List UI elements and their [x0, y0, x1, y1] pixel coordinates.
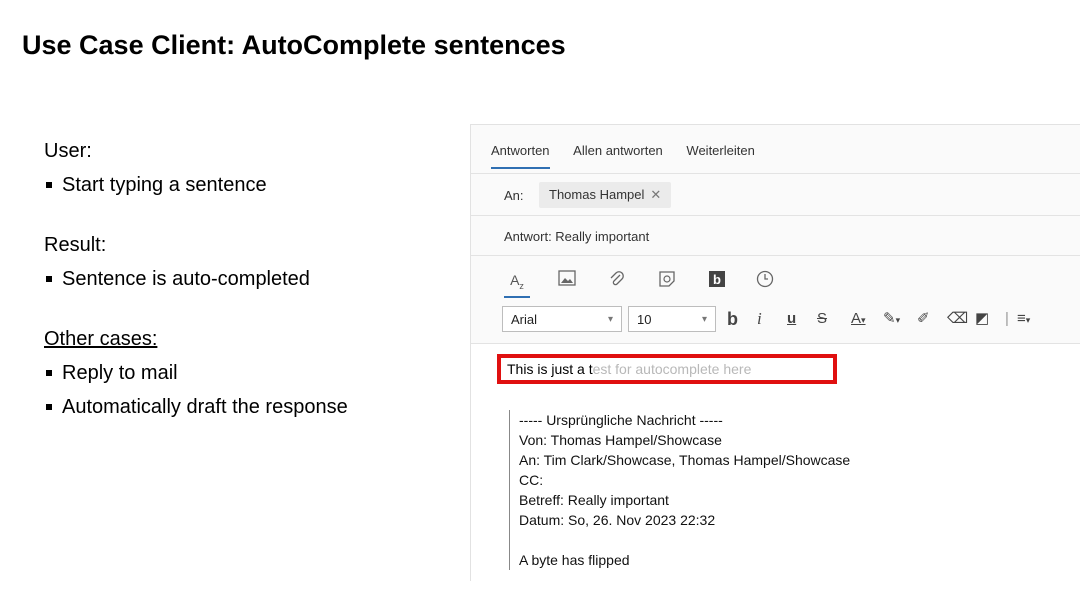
mail-compose-window: Antworten Allen antworten Weiterleiten A…	[470, 124, 1080, 581]
quoted-message: ----- Ursprüngliche Nachricht ----- Von:…	[509, 410, 850, 570]
quote-body: A byte has flipped	[519, 552, 630, 568]
slide-title: Use Case Client: AutoComplete sentences	[22, 30, 566, 60]
bold-b-icon[interactable]: b	[707, 270, 727, 290]
user-item: Start typing a sentence	[44, 172, 464, 198]
quote-header: ----- Ursprüngliche Nachricht -----	[519, 412, 723, 428]
align-icon[interactable]: ≡▾	[1017, 309, 1030, 330]
strikethrough-button[interactable]: S	[817, 309, 827, 329]
pen-icon[interactable]: ✐	[917, 309, 930, 329]
font-color-button[interactable]: A▾	[851, 309, 866, 330]
font-size-select[interactable]: 10 ▾	[628, 306, 716, 332]
to-label: An:	[504, 188, 524, 203]
to-row: An: Thomas Hampel ✕	[471, 173, 1080, 214]
format-toolbar: Arial ▾ 10 ▾ b i u S A▾ ✎▾ ✐ ⌫ ◩ | ≡▾	[471, 301, 1080, 337]
recipient-name: Thomas Hampel	[549, 187, 645, 202]
result-label: Result:	[44, 234, 107, 256]
eraser-icon[interactable]: ⌫	[947, 309, 968, 329]
autocomplete-input[interactable]: This is just a test for autocomplete her…	[497, 354, 837, 384]
italic-button[interactable]: i	[757, 309, 762, 329]
quote-date: Datum: So, 26. Nov 2023 22:32	[519, 512, 716, 528]
divider: |	[1005, 310, 1009, 327]
font-family-select[interactable]: Arial ▾	[502, 306, 622, 332]
autocomplete-suggestion: est for autocomplete here	[592, 361, 752, 377]
insert-toolbar: Az b	[471, 255, 1080, 302]
font-size-value: 10	[637, 312, 652, 327]
sticker-icon[interactable]	[657, 270, 677, 290]
quote-subject: Betreff: Really important	[519, 492, 669, 508]
underline-button[interactable]: u	[787, 309, 796, 329]
attachment-icon[interactable]	[607, 270, 627, 290]
subject-row[interactable]: Antwort: Really important	[471, 215, 1080, 256]
tab-antworten[interactable]: Antworten	[491, 143, 550, 169]
svg-text:b: b	[713, 272, 721, 287]
remove-recipient-icon[interactable]: ✕	[650, 187, 661, 202]
chevron-down-icon: ▾	[607, 314, 613, 325]
reply-tabs: Antworten Allen antworten Weiterleiten	[491, 143, 775, 173]
chevron-down-icon: ▾	[701, 314, 707, 325]
other-item: Automatically draft the response	[44, 394, 464, 420]
bold-button[interactable]: b	[727, 309, 738, 329]
image-icon[interactable]	[557, 270, 577, 290]
quote-from: Von: Thomas Hampel/Showcase	[519, 432, 722, 448]
quote-to: An: Tim Clark/Showcase, Thomas Hampel/Sh…	[519, 452, 851, 468]
other-item: Reply to mail	[44, 360, 464, 386]
typed-text: This is just a t	[507, 361, 593, 377]
text-format-icon[interactable]: Az	[504, 270, 530, 298]
font-family-value: Arial	[511, 312, 538, 327]
recipient-chip[interactable]: Thomas Hampel ✕	[539, 182, 672, 208]
tab-allen-antworten[interactable]: Allen antworten	[573, 143, 663, 167]
clock-icon[interactable]	[755, 270, 775, 290]
user-label: User:	[44, 140, 92, 162]
subject-field[interactable]: Antwort: Really important	[504, 229, 649, 244]
tab-weiterleiten[interactable]: Weiterleiten	[686, 143, 754, 167]
result-item: Sentence is auto-completed	[44, 266, 464, 292]
highlight-icon[interactable]: ✎▾	[883, 309, 900, 330]
quote-cc: CC:	[519, 472, 544, 488]
other-cases-label: Other cases:	[44, 328, 158, 350]
slide-text: User: Start typing a sentence Result: Se…	[44, 138, 464, 420]
clear-format-icon[interactable]: ◩	[975, 309, 989, 329]
